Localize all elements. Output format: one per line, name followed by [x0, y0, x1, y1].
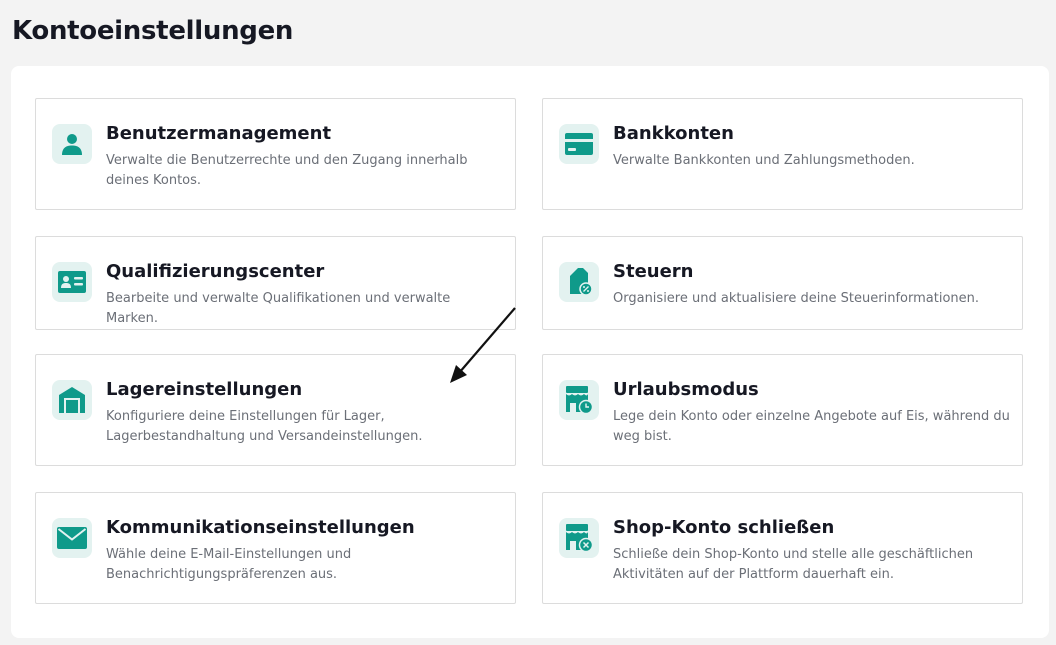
card-title: Bankkonten [613, 123, 734, 144]
card-title: Benutzermanagement [106, 123, 332, 144]
card-description: Bearbeite und verwalte Qualifikationen u… [106, 291, 451, 326]
card-qualification-center[interactable]: Qualifizierungscenter Bearbeite und verw… [35, 236, 516, 330]
card-title: Shop-Konto schließen [613, 517, 835, 538]
card-description: Verwalte die Benutzerrechte und den Zuga… [106, 153, 468, 188]
page-title: Kontoeinstellungen [12, 16, 294, 46]
account-settings-page: Kontoeinstellungen Benutzermanagement Ve… [0, 0, 1056, 645]
card-description: Konfiguriere deine Einstellungen für Lag… [106, 409, 423, 444]
card-taxes[interactable]: Steuern Organisiere und aktualisiere dei… [542, 236, 1023, 330]
card-description: Organisiere und aktualisiere deine Steue… [613, 291, 980, 306]
tax-document-icon [559, 262, 599, 302]
store-clock-icon [559, 380, 599, 420]
card-title: Kommunikationseinstellungen [106, 517, 415, 538]
card-title: Steuern [613, 261, 694, 282]
card-title: Urlaubsmodus [613, 379, 759, 400]
warehouse-icon [52, 380, 92, 420]
card-description: Verwalte Bankkonten und Zahlungsmethoden… [613, 153, 915, 168]
card-user-management[interactable]: Benutzermanagement Verwalte die Benutzer… [35, 98, 516, 210]
card-description: Lege dein Konto oder einzelne Angebote a… [613, 409, 1010, 444]
card-title: Qualifizierungscenter [106, 261, 325, 282]
card-communication-settings[interactable]: Kommunikationseinstellungen Wähle deine … [35, 492, 516, 604]
card-description: Schließe dein Shop-Konto und stelle alle… [613, 547, 974, 582]
card-description: Wähle deine E-Mail-Einstellungen und Ben… [106, 547, 352, 582]
bank-card-icon [559, 124, 599, 164]
card-bank-accounts[interactable]: Bankkonten Verwalte Bankkonten und Zahlu… [542, 98, 1023, 210]
user-icon [52, 124, 92, 164]
card-vacation-mode[interactable]: Urlaubsmodus Lege dein Konto oder einzel… [542, 354, 1023, 466]
card-warehouse-settings[interactable]: Lagereinstellungen Konfiguriere deine Ei… [35, 354, 516, 466]
envelope-icon [52, 518, 92, 558]
card-close-shop-account[interactable]: Shop-Konto schließen Schließe dein Shop-… [542, 492, 1023, 604]
store-close-icon [559, 518, 599, 558]
card-title: Lagereinstellungen [106, 379, 303, 400]
id-card-icon [52, 262, 92, 302]
